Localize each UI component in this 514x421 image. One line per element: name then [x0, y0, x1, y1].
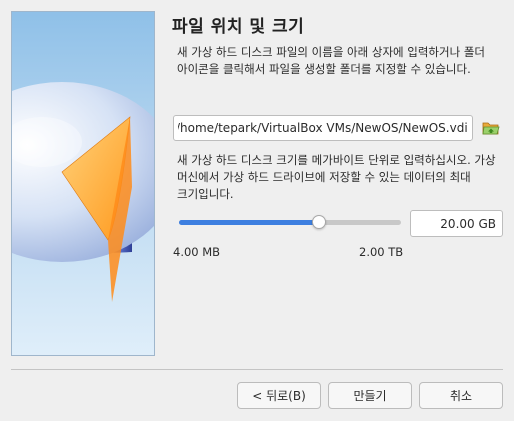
create-button[interactable]: 만들기: [328, 382, 412, 409]
size-min-label: 4.00 MB: [173, 245, 221, 259]
slider-handle[interactable]: [311, 215, 326, 229]
disk-size-slider[interactable]: [179, 213, 401, 231]
page-title: 파일 위치 및 크기: [172, 17, 305, 37]
wizard-disk-illustration: [11, 11, 155, 356]
size-max-label: 2.00 TB: [359, 245, 404, 259]
slider-fill: [179, 220, 319, 225]
file-location-input[interactable]: [173, 115, 473, 141]
cancel-button[interactable]: 취소: [419, 382, 503, 409]
folder-open-icon: [482, 122, 500, 135]
hard-disk-icon: [12, 82, 154, 302]
location-description: 새 가상 하드 디스크 파일의 이름을 아래 상자에 입력하거나 폴더 아이콘을…: [177, 45, 485, 76]
divider: [11, 369, 503, 370]
size-description: 새 가상 하드 디스크 크기를 메가바이트 단위로 입력하십시오. 가상 머신에…: [177, 153, 496, 201]
choose-folder-button[interactable]: [480, 117, 502, 139]
disk-size-input[interactable]: [410, 210, 503, 237]
back-button[interactable]: < 뒤로(B): [237, 382, 321, 409]
